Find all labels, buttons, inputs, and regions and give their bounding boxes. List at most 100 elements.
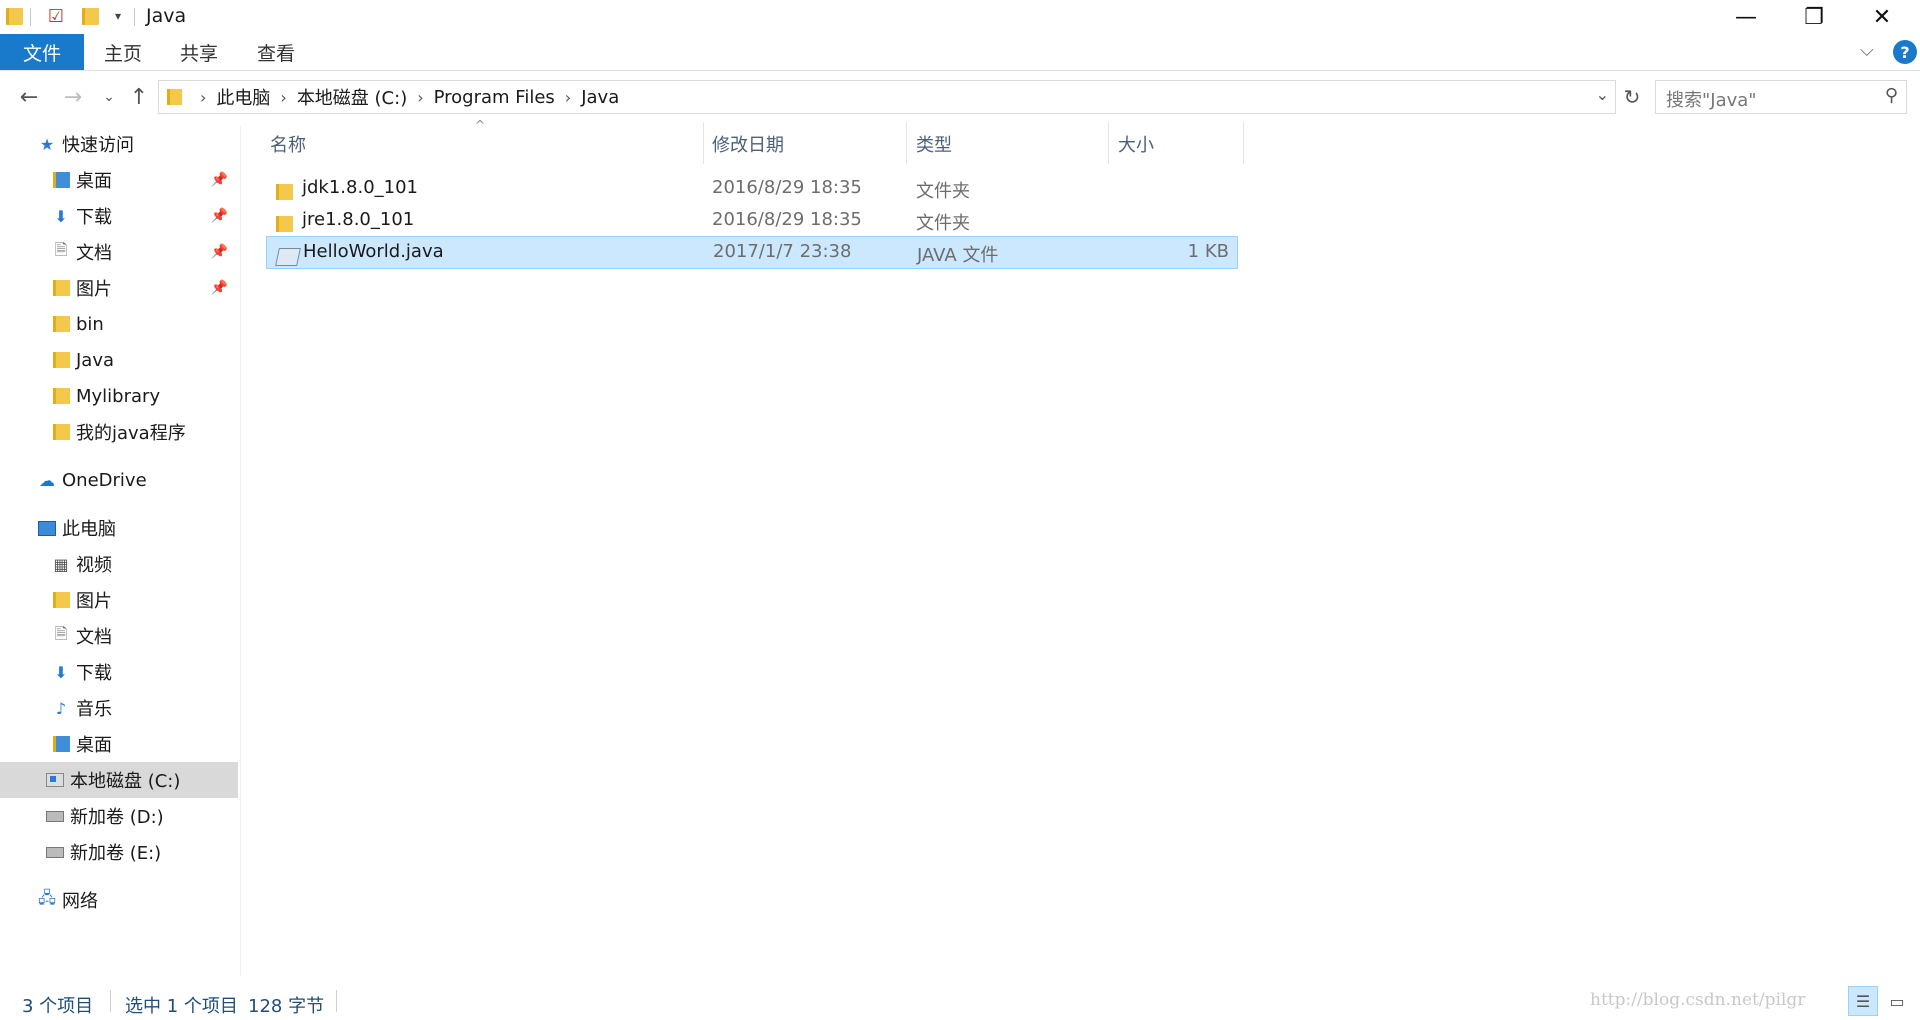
nav-pictures[interactable]: 图片 📌	[0, 270, 238, 306]
nav-volume-e[interactable]: 新加卷 (E:)	[0, 834, 238, 870]
documents-folder-icon: 🗎	[54, 239, 68, 259]
nav-label: 文档	[76, 627, 112, 648]
nav-local-disk-c[interactable]: 本地磁盘 (C:)	[0, 762, 238, 798]
help-icon[interactable]: ?	[1893, 40, 1917, 64]
pictures-folder-icon	[52, 590, 70, 610]
download-folder-icon: ⬇	[54, 206, 68, 226]
forward-button[interactable]: →	[58, 80, 88, 114]
address-dropdown-icon[interactable]: ⌄	[1596, 85, 1609, 104]
file-type: 文件夹	[916, 213, 970, 234]
nav-pc-desktop[interactable]: 桌面	[0, 726, 238, 762]
tab-home[interactable]: 主页	[90, 34, 156, 70]
nav-my-java-programs[interactable]: 我的java程序	[0, 414, 238, 450]
nav-label: 桌面	[76, 171, 112, 192]
desktop-folder-icon	[52, 734, 70, 754]
column-divider[interactable]	[906, 122, 907, 164]
folder-icon	[167, 89, 182, 105]
tab-file[interactable]: 文件	[0, 34, 84, 70]
search-input[interactable]: 搜索"Java" ⚲	[1655, 80, 1907, 114]
file-row[interactable]: jdk1.8.0_101 2016/8/29 18:35 文件夹	[266, 173, 1238, 203]
computer-icon	[38, 518, 56, 538]
pin-icon[interactable]: 📌	[211, 244, 228, 260]
nav-bin[interactable]: bin	[0, 306, 238, 342]
maximize-button[interactable]: ❐	[1780, 0, 1848, 34]
nav-pc-documents[interactable]: 🗎 文档	[0, 618, 238, 654]
window-title: Java	[146, 5, 187, 27]
column-header-size[interactable]: 大小	[1118, 126, 1238, 162]
chevron-right-icon[interactable]: ›	[200, 88, 206, 107]
item-count: 3 个项目	[22, 996, 94, 1017]
music-folder-icon: ♪	[55, 698, 67, 718]
details-view-icon[interactable]: ☰	[1848, 986, 1878, 1016]
pictures-folder-icon	[52, 278, 70, 298]
file-type: 文件夹	[916, 181, 970, 202]
navigation-pane: ★ 快速访问 桌面 📌 ⬇ 下载 📌 🗎 文档 📌 图片 📌 bin Java …	[0, 126, 241, 976]
nav-volume-d[interactable]: 新加卷 (D:)	[0, 798, 238, 834]
nav-desktop[interactable]: 桌面 📌	[0, 162, 238, 198]
download-folder-icon: ⬇	[54, 662, 68, 682]
pin-icon[interactable]: 📌	[211, 172, 228, 188]
nav-label: 图片	[76, 279, 112, 300]
file-row-selected[interactable]: HelloWorld.java 2017/1/7 23:38 JAVA 文件 1…	[266, 236, 1238, 269]
system-drive-icon	[46, 770, 64, 790]
nav-downloads[interactable]: ⬇ 下载 📌	[0, 198, 238, 234]
nav-label: 图片	[76, 591, 112, 612]
search-icon[interactable]: ⚲	[1885, 85, 1898, 106]
chevron-right-icon[interactable]: ›	[417, 88, 423, 107]
tab-share[interactable]: 共享	[166, 34, 232, 70]
nav-music[interactable]: ♪ 音乐	[0, 690, 238, 726]
file-size: 1 KB	[1187, 241, 1229, 262]
nav-label: 桌面	[76, 735, 112, 756]
recent-locations-button[interactable]: ⌄	[94, 80, 124, 114]
breadcrumb-program-files[interactable]: Program Files	[434, 87, 555, 108]
nav-onedrive[interactable]: ☁ OneDrive	[0, 462, 238, 498]
nav-java[interactable]: Java	[0, 342, 238, 378]
breadcrumb-local-disk[interactable]: 本地磁盘 (C:)	[297, 84, 407, 110]
selection-count: 选中 1 个项目	[125, 996, 238, 1017]
nav-pc-pictures[interactable]: 图片	[0, 582, 238, 618]
back-button[interactable]: ←	[14, 80, 44, 114]
pin-icon[interactable]: 📌	[211, 208, 228, 224]
customize-quick-access-icon[interactable]: ▾	[108, 6, 128, 26]
refresh-button[interactable]: ↻	[1617, 80, 1647, 114]
column-header-type[interactable]: 类型	[916, 126, 1106, 162]
nav-label: bin	[76, 313, 104, 335]
nav-mylibrary[interactable]: Mylibrary	[0, 378, 238, 414]
breadcrumb-java[interactable]: Java	[581, 87, 619, 108]
new-folder-icon[interactable]	[80, 6, 100, 26]
nav-videos[interactable]: ▦ 视频	[0, 546, 238, 582]
chevron-right-icon[interactable]: ›	[565, 88, 571, 107]
tab-view[interactable]: 查看	[243, 34, 309, 70]
network-icon: 🖧	[38, 887, 56, 907]
properties-icon[interactable]: ☑	[46, 6, 66, 27]
folder-icon	[52, 422, 70, 442]
nav-pc-downloads[interactable]: ⬇ 下载	[0, 654, 238, 690]
chevron-right-icon[interactable]: ›	[280, 88, 286, 107]
nav-network[interactable]: 🖧 网络	[0, 882, 238, 918]
pin-icon[interactable]: 📌	[211, 280, 228, 296]
column-divider[interactable]	[1243, 122, 1244, 164]
column-divider[interactable]	[1108, 122, 1109, 164]
file-row[interactable]: jre1.8.0_101 2016/8/29 18:35 文件夹	[266, 205, 1238, 235]
large-icons-view-icon[interactable]: ▭	[1882, 986, 1912, 1016]
nav-label: Java	[76, 349, 115, 371]
column-header-name[interactable]: 名称	[270, 126, 700, 162]
nav-label: 新加卷 (E:)	[70, 843, 162, 864]
address-bar[interactable]: › 此电脑 › 本地磁盘 (C:) › Program Files › Java…	[158, 80, 1616, 114]
breadcrumb-this-pc[interactable]: 此电脑	[216, 84, 270, 110]
close-button[interactable]: ✕	[1848, 0, 1916, 34]
file-date: 2016/8/29 18:35	[712, 177, 862, 198]
minimize-button[interactable]: —	[1712, 0, 1780, 34]
expand-ribbon-icon[interactable]: ⌵	[1860, 40, 1874, 61]
divider	[336, 990, 337, 1012]
column-header-date[interactable]: 修改日期	[712, 126, 902, 162]
column-divider[interactable]	[703, 122, 704, 164]
folder-icon	[52, 386, 70, 406]
nav-documents[interactable]: 🗎 文档 📌	[0, 234, 238, 270]
title-bar	[0, 0, 1920, 34]
nav-label: Mylibrary	[76, 385, 161, 407]
up-button[interactable]: ↑	[124, 80, 154, 114]
nav-quick-access[interactable]: ★ 快速访问	[0, 126, 238, 162]
nav-this-pc[interactable]: 此电脑	[0, 510, 238, 546]
star-icon: ★	[39, 134, 55, 154]
